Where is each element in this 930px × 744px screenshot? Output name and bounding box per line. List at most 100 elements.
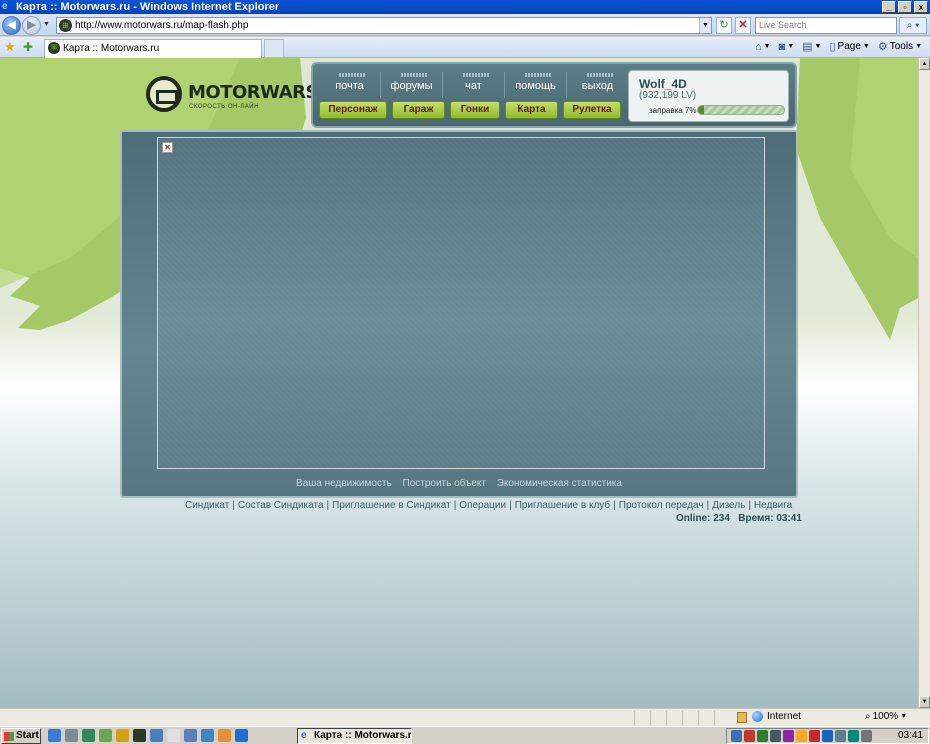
search-button[interactable]: ⌕ ▾ [899,17,927,34]
nav-link-help[interactable]: помощь [505,70,566,98]
link-real-estate[interactable]: Недвига [754,500,792,511]
printer-icon: ▤ [802,41,813,53]
quicklaunch-app-icon[interactable] [65,729,78,742]
link-transfer-log[interactable]: Протокол передач [619,500,704,511]
tools-menu[interactable]: ⚙ Tools ▼ [878,40,922,53]
quicklaunch-leaf-icon[interactable] [99,729,112,742]
favorites-star-icon[interactable]: ★ [4,40,16,54]
site-logo[interactable]: MOTORWARS.RU скорость он-лайн [140,76,352,116]
tab-favicon-icon: ⊞ [48,42,60,54]
tray-smiley-icon[interactable] [796,730,807,742]
tray-icons [731,730,872,742]
link-syndicate[interactable]: Синдикат [185,500,229,511]
link-economic-stats[interactable]: Экономическая статистика [493,478,626,489]
link-diesel[interactable]: Дизель [712,500,745,511]
stop-button[interactable]: ✕ [735,17,751,34]
tray-display-icon[interactable] [835,730,846,742]
add-favorites-icon[interactable]: ✚ [23,40,33,54]
command-bar: ⌂ ▼ ◙ ▼ ▤ ▼ ▯ Page ▼ ⚙ Tools ▼ [755,40,922,54]
tray-antivirus-icon[interactable] [744,730,755,742]
garage-button[interactable]: Гараж [392,101,445,119]
map-button[interactable]: Карта [505,101,558,119]
start-button[interactable]: Start [1,728,41,744]
nav-link-chat[interactable]: чат [443,70,504,98]
vertical-scrollbar[interactable]: ▲ ▼ [918,58,930,708]
window-title: Карта :: Motorwars.ru - Windows Internet… [16,1,280,13]
quicklaunch-ie-icon[interactable] [235,729,248,742]
window-controls: _ ▫ x [882,1,928,13]
flash-map-container[interactable]: ✕ [157,137,765,469]
quicklaunch-excel-icon[interactable] [82,729,95,742]
restore-button[interactable]: ▫ [898,1,912,13]
footer-links: Синдикат | Состав Синдиката | Приглашение в … [185,500,793,511]
tray-messenger-icon[interactable] [783,730,794,742]
quicklaunch-tool-icon[interactable] [116,729,129,742]
zoom-control[interactable]: ⌕ 100% ▼ [865,711,907,722]
user-info-box: Wolf_4D (932,199 LV) заправка 7% [628,70,789,122]
races-button[interactable]: Гонки [450,101,500,119]
print-button[interactable]: ▤ ▼ [802,40,821,53]
close-button[interactable]: x [914,1,928,13]
scroll-up-icon[interactable]: ▲ [919,58,930,70]
roulette-button[interactable]: Рулетка [563,101,621,119]
address-field[interactable]: ⊞ http://www.motorwars.ru/map-flash.php … [56,17,712,34]
address-url: http://www.motorwars.ru/map-flash.php [75,20,249,31]
quicklaunch-player-icon[interactable] [150,729,163,742]
tab-bar: ★ ✚ ⊞ Карта :: Motorwars.ru ⌂ ▼ ◙ ▼ ▤ ▼ ▯ Pa… [0,37,930,58]
broken-image-icon: ✕ [162,142,173,153]
link-operations[interactable]: Операции [459,500,506,511]
quick-launch [48,729,248,742]
feeds-button[interactable]: ◙ ▼ [779,41,795,53]
home-icon: ⌂ [754,40,762,53]
link-your-property[interactable]: Ваша недвижимость [292,478,396,489]
window-titlebar: e Карта :: Motorwars.ru - Windows Intern… [0,0,930,14]
tray-alert-icon[interactable] [809,730,820,742]
tray-app-icon[interactable] [770,730,781,742]
map-panel-links: Ваша недвижимость Построить объект Эконо… [122,478,796,489]
taskbar-clock[interactable]: 03:41 [898,730,923,742]
fuel-progress-fill [698,106,705,114]
nav-link-forums[interactable]: форумы [381,70,442,98]
windows-logo-icon [4,732,14,741]
tray-sync-icon[interactable] [848,730,859,742]
quicklaunch-computer-icon[interactable] [201,729,214,742]
quicklaunch-disk-icon[interactable] [184,729,197,742]
back-button[interactable]: ◀ [2,16,21,35]
refresh-button[interactable]: ↻ [716,17,732,34]
username[interactable]: Wolf_4D [639,77,687,91]
nav-link-logout[interactable]: выход [567,70,628,98]
quicklaunch-document-icon[interactable] [167,729,180,742]
globe-icon [752,711,763,722]
tray-bluetooth-icon[interactable] [822,730,833,742]
character-button[interactable]: Персонаж [319,101,387,119]
protected-mode-lock-icon [737,712,747,723]
search-input[interactable]: Live Search [755,17,897,34]
quicklaunch-motorwars-icon[interactable] [133,729,146,742]
scroll-down-icon[interactable]: ▼ [919,696,930,708]
quicklaunch-browser-icon[interactable] [48,729,61,742]
link-build-object[interactable]: Построить объект [399,478,490,489]
system-tray: 03:41 [726,728,929,744]
page-menu[interactable]: ▯ Page ▼ [829,40,869,53]
ie-icon: e [301,730,307,741]
new-tab-button[interactable] [264,39,284,58]
link-syndicate-members[interactable]: Состав Синдиката [238,500,324,511]
home-button[interactable]: ⌂ ▼ [755,41,771,53]
minimize-button[interactable]: _ [882,1,896,13]
address-dropdown-icon[interactable]: ▼ [699,18,711,33]
tray-update-icon[interactable] [757,730,768,742]
nav-link-mail[interactable]: почта [319,70,380,98]
quicklaunch-messenger-icon[interactable] [218,729,231,742]
link-syndicate-invite[interactable]: Приглашение в Синдикат [332,500,451,511]
site-favicon-icon: ⊞ [59,19,72,32]
history-dropdown-icon[interactable]: ▼ [43,21,50,28]
tray-volume-icon[interactable] [861,730,872,742]
security-zone[interactable]: Internet [752,711,801,722]
link-club-invite[interactable]: Приглашение в клуб [515,500,610,511]
tab-motorwars[interactable]: ⊞ Карта :: Motorwars.ru [44,39,262,58]
taskbar-window-button[interactable]: e Карта :: Motorwars.ru... [297,728,412,744]
tab-label: Карта :: Motorwars.ru [63,43,160,54]
fuel-progress-bar [697,105,785,115]
tray-network-icon[interactable] [731,730,742,742]
forward-button[interactable]: ▶ [22,16,41,35]
